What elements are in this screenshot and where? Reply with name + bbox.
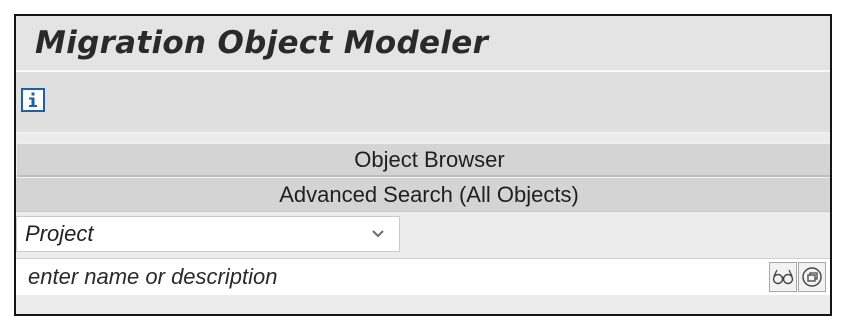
- info-button[interactable]: [19, 86, 46, 113]
- search-actions: [769, 262, 826, 292]
- popup-button[interactable]: [798, 262, 826, 292]
- search-input[interactable]: [16, 261, 769, 293]
- info-icon: [20, 87, 45, 112]
- title-bar: Migration Object Modeler: [16, 16, 830, 71]
- search-help-button[interactable]: [769, 262, 797, 292]
- spacer: [16, 133, 830, 143]
- scope-value: Project: [25, 221, 94, 246]
- search-area: Project: [16, 212, 830, 295]
- section-advanced-search[interactable]: Advanced Search (All Objects): [16, 177, 830, 212]
- section-label: Advanced Search (All Objects): [279, 181, 579, 207]
- section-object-browser[interactable]: Object Browser: [17, 143, 830, 177]
- scope-dropdown[interactable]: Project: [16, 216, 400, 252]
- popup-window-icon: [802, 267, 822, 287]
- chevron-down-icon: [372, 230, 384, 238]
- page-title: Migration Object Modeler: [35, 25, 489, 61]
- section-label: Object Browser: [354, 146, 505, 172]
- app-frame: Migration Object Modeler Object Browser …: [14, 14, 832, 316]
- toolbar: [16, 71, 830, 133]
- search-field-row: [16, 258, 830, 295]
- glasses-search-icon: [772, 269, 794, 285]
